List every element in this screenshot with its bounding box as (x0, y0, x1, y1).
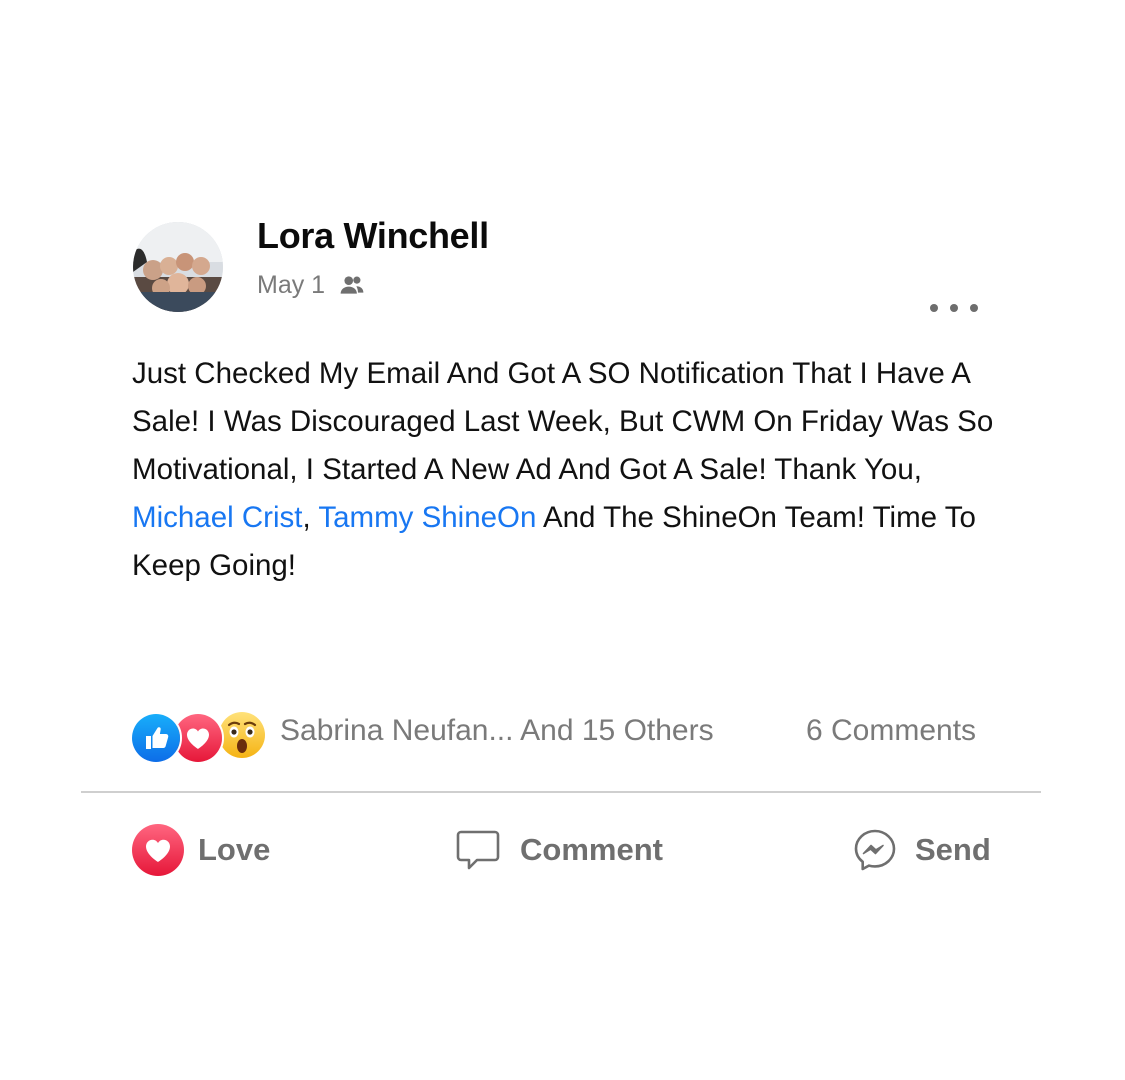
divider (81, 791, 1041, 793)
post-text-segment: Just Checked My Email And Got A SO Notif… (132, 357, 994, 486)
comments-count[interactable]: 6 Comments (806, 714, 976, 748)
reactors-summary[interactable]: Sabrina Neufan... And 15 Others (280, 714, 714, 748)
mention-tammy-shineon[interactable]: Tammy ShineOn (318, 501, 536, 534)
send-label: Send (915, 832, 991, 867)
author-avatar[interactable] (133, 222, 223, 312)
post-text-segment: , (302, 501, 319, 534)
more-options-button[interactable] (930, 298, 978, 318)
love-button[interactable]: Love (132, 822, 270, 878)
love-icon (132, 824, 184, 876)
post-date[interactable]: May 1 (257, 271, 325, 300)
messenger-icon (854, 829, 896, 871)
comment-label: Comment (520, 832, 663, 867)
author-name[interactable]: Lora Winchell (257, 215, 489, 257)
comment-icon (456, 830, 500, 870)
like-icon (130, 712, 182, 764)
send-button[interactable]: Send (853, 822, 991, 878)
mention-michael-crist[interactable]: Michael Crist (132, 501, 302, 534)
ellipsis-icon (930, 304, 938, 312)
post-body: Just Checked My Email And Got A SO Notif… (132, 350, 1002, 590)
avatar-photo (133, 222, 223, 312)
friends-icon (340, 276, 364, 294)
reaction-icons[interactable] (130, 709, 270, 764)
comment-button[interactable]: Comment (456, 822, 663, 878)
post-meta: May 1 (257, 270, 365, 300)
love-label: Love (198, 832, 271, 867)
